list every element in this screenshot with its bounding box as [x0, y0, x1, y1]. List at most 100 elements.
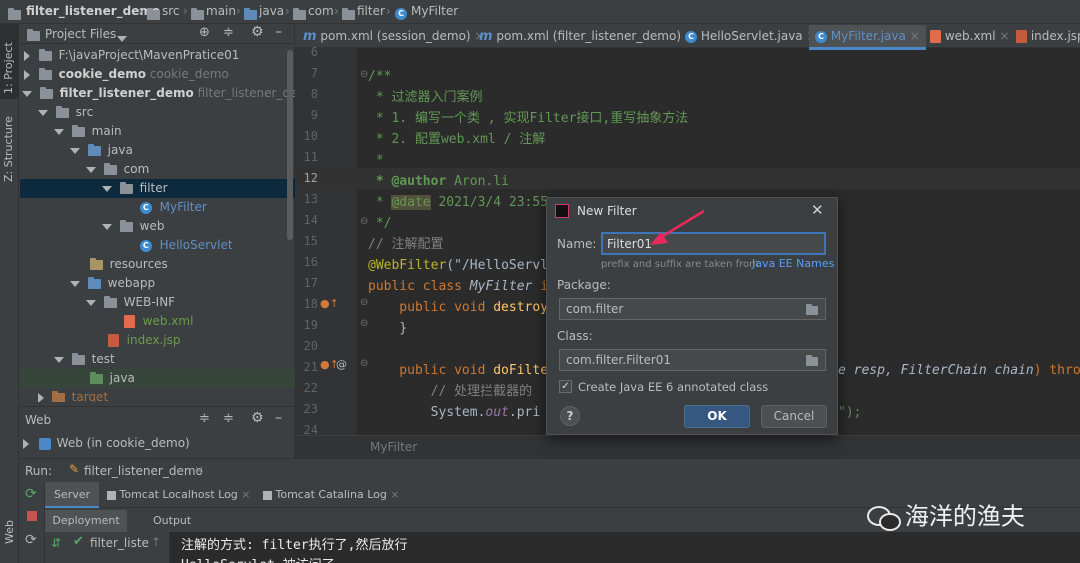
web-facet-label: Web (in cookie_demo)	[56, 436, 190, 450]
class-field[interactable]: com.filter.Filter01	[559, 349, 826, 371]
tree-item-src[interactable]: src	[20, 103, 295, 122]
browse-folder-icon[interactable]	[806, 303, 818, 317]
help-button[interactable]: ?	[560, 406, 580, 426]
collapse-icon[interactable]: ≑	[223, 25, 234, 40]
breadcrumb-main[interactable]: main	[206, 4, 236, 18]
annotated-class-checkbox[interactable]: ✓	[559, 380, 572, 393]
structure-tool-tab[interactable]: Z: Structure	[0, 104, 19, 184]
package-field[interactable]: com.filter	[559, 298, 826, 320]
browse-folder-icon[interactable]	[806, 354, 818, 368]
deploy-icon[interactable]: ⇵	[51, 536, 61, 550]
chevron-down-icon[interactable]	[86, 299, 96, 306]
tree-item-filter-listener-demo[interactable]: filter_listener_demo filter_listener_dem…	[20, 84, 316, 103]
line-number: 11	[303, 150, 318, 164]
breadcrumb-com[interactable]: com	[308, 4, 334, 18]
locate-icon[interactable]: ⊕	[199, 25, 210, 40]
tree-item-webapp[interactable]: webapp	[20, 274, 295, 293]
tree-item-cookie-demo[interactable]: cookie_demo cookie_demo	[20, 65, 295, 84]
cancel-button[interactable]: Cancel	[761, 405, 827, 428]
tab-output[interactable]: Output	[153, 510, 191, 532]
tree-item-java[interactable]: java	[20, 141, 295, 160]
tree-item-filter[interactable]: filter	[20, 179, 295, 198]
project-scrollbar[interactable]	[287, 50, 293, 240]
chevron-down-icon[interactable]	[117, 31, 127, 45]
code-line: * 2. 配置web.xml / 注解	[368, 132, 546, 147]
expand-all-icon[interactable]: ≑	[199, 411, 210, 426]
chevron-down-icon[interactable]	[86, 166, 96, 173]
tree-item-index-jsp[interactable]: index.jsp	[20, 331, 295, 350]
chevron-right-icon[interactable]	[38, 392, 44, 402]
update-icon[interactable]: ⟳	[25, 532, 37, 548]
editor-breadcrumb-bar: MyFilter	[295, 435, 1080, 458]
tree-item-web-inf[interactable]: WEB-INF	[20, 293, 295, 312]
web-facet-item[interactable]: Web (in cookie_demo)	[23, 434, 283, 453]
close-icon[interactable]: ×	[241, 488, 250, 501]
minimize-icon[interactable]: –	[275, 410, 282, 426]
run-config-tab[interactable]: filter_listener_demo	[84, 464, 203, 478]
tree-item-resources[interactable]: resources	[20, 255, 295, 274]
chevron-down-icon[interactable]	[38, 109, 48, 116]
java-ee-names-link[interactable]: Java EE Names	[752, 257, 834, 270]
stop-icon[interactable]	[27, 511, 37, 521]
tab-server[interactable]: Server	[45, 482, 99, 508]
web-tool-tab[interactable]: Web	[0, 514, 19, 563]
annotated-class-label[interactable]: Create Java EE 6 annotated class	[578, 380, 768, 394]
tree-item-myfilter[interactable]: C MyFilter	[20, 198, 295, 217]
arrow-up-icon[interactable]: ↑	[151, 535, 161, 549]
project-tool-tab[interactable]: 1: Project	[0, 24, 19, 99]
gear-icon[interactable]: ⚙	[251, 410, 264, 426]
tree-item-root[interactable]: F:\javaProject\MavenPratice01	[20, 46, 295, 65]
chevron-right-icon[interactable]	[23, 438, 29, 449]
tree-item-web-xml[interactable]: web.xml	[20, 312, 295, 331]
output-console[interactable]: 注解的方式: filter执行了,然后放行 HelloServlet 被访问了	[171, 532, 1080, 563]
tree-item-label: index.jsp	[126, 333, 181, 347]
folder-icon	[293, 7, 306, 21]
tree-item-test-java[interactable]: java	[20, 369, 295, 388]
tree-item-target[interactable]: target	[20, 388, 295, 402]
line-number: 23	[303, 402, 318, 416]
package-value: com.filter	[566, 302, 624, 316]
rerun-icon[interactable]: ⟳	[25, 486, 37, 502]
deployment-list: ⇵ ✔ filter_liste ↑	[45, 532, 170, 563]
chevron-right-icon[interactable]	[24, 69, 30, 80]
chevron-down-icon[interactable]	[22, 90, 32, 97]
gear-icon[interactable]: ⚙	[251, 24, 264, 40]
close-icon[interactable]: ✕	[811, 201, 824, 219]
chevron-down-icon[interactable]	[70, 280, 80, 287]
close-icon[interactable]: ×	[194, 463, 204, 477]
minimize-icon[interactable]: –	[275, 24, 282, 40]
chevron-down-icon[interactable]	[54, 128, 64, 135]
tab-deployment[interactable]: Deployment	[45, 510, 127, 532]
web-tool-tab-label: Web	[3, 520, 16, 544]
tree-item-label: cookie_demo	[58, 67, 146, 81]
name-input[interactable]	[601, 232, 826, 255]
code-line: * 1. 编写一个类 , 实现Filter接口,重写抽象方法	[368, 111, 689, 126]
tree-item-main[interactable]: main	[20, 122, 295, 141]
collapse-all-icon[interactable]: ≑	[223, 411, 234, 426]
tree-item-helloservlet[interactable]: C HelloServlet	[20, 236, 295, 255]
chevron-down-icon[interactable]	[102, 185, 112, 192]
tree-item-test[interactable]: test	[20, 350, 295, 369]
deployment-item[interactable]: filter_liste	[90, 536, 149, 550]
line-number: 8	[310, 87, 318, 101]
editor-breadcrumb[interactable]: MyFilter	[370, 440, 417, 454]
override-icon[interactable]: ●↑	[320, 297, 339, 310]
folder-icon	[55, 105, 69, 118]
project-view-selector[interactable]: Project Files	[45, 27, 116, 41]
tab-tomcat-localhost-log[interactable]: Tomcat Localhost Log ×	[107, 482, 251, 508]
tab-tomcat-catalina-log[interactable]: Tomcat Catalina Log ×	[263, 482, 400, 508]
chevron-right-icon[interactable]	[24, 50, 30, 61]
ok-button[interactable]: OK	[684, 405, 750, 428]
chevron-down-icon[interactable]	[54, 356, 64, 363]
run-toolbar: ⟳ ⟳	[19, 482, 45, 563]
breadcrumb-java[interactable]: java	[259, 4, 284, 18]
watermark: 海洋的渔夫	[865, 500, 1025, 532]
chevron-down-icon[interactable]	[102, 223, 112, 230]
tree-item-web[interactable]: web	[20, 217, 295, 236]
chevron-down-icon[interactable]	[70, 147, 80, 154]
package-icon	[119, 219, 133, 232]
close-icon[interactable]: ×	[390, 488, 399, 501]
check-icon: ✔	[73, 534, 84, 549]
tree-item-com[interactable]: com	[20, 160, 295, 179]
breadcrumb-src[interactable]: src	[162, 4, 180, 18]
